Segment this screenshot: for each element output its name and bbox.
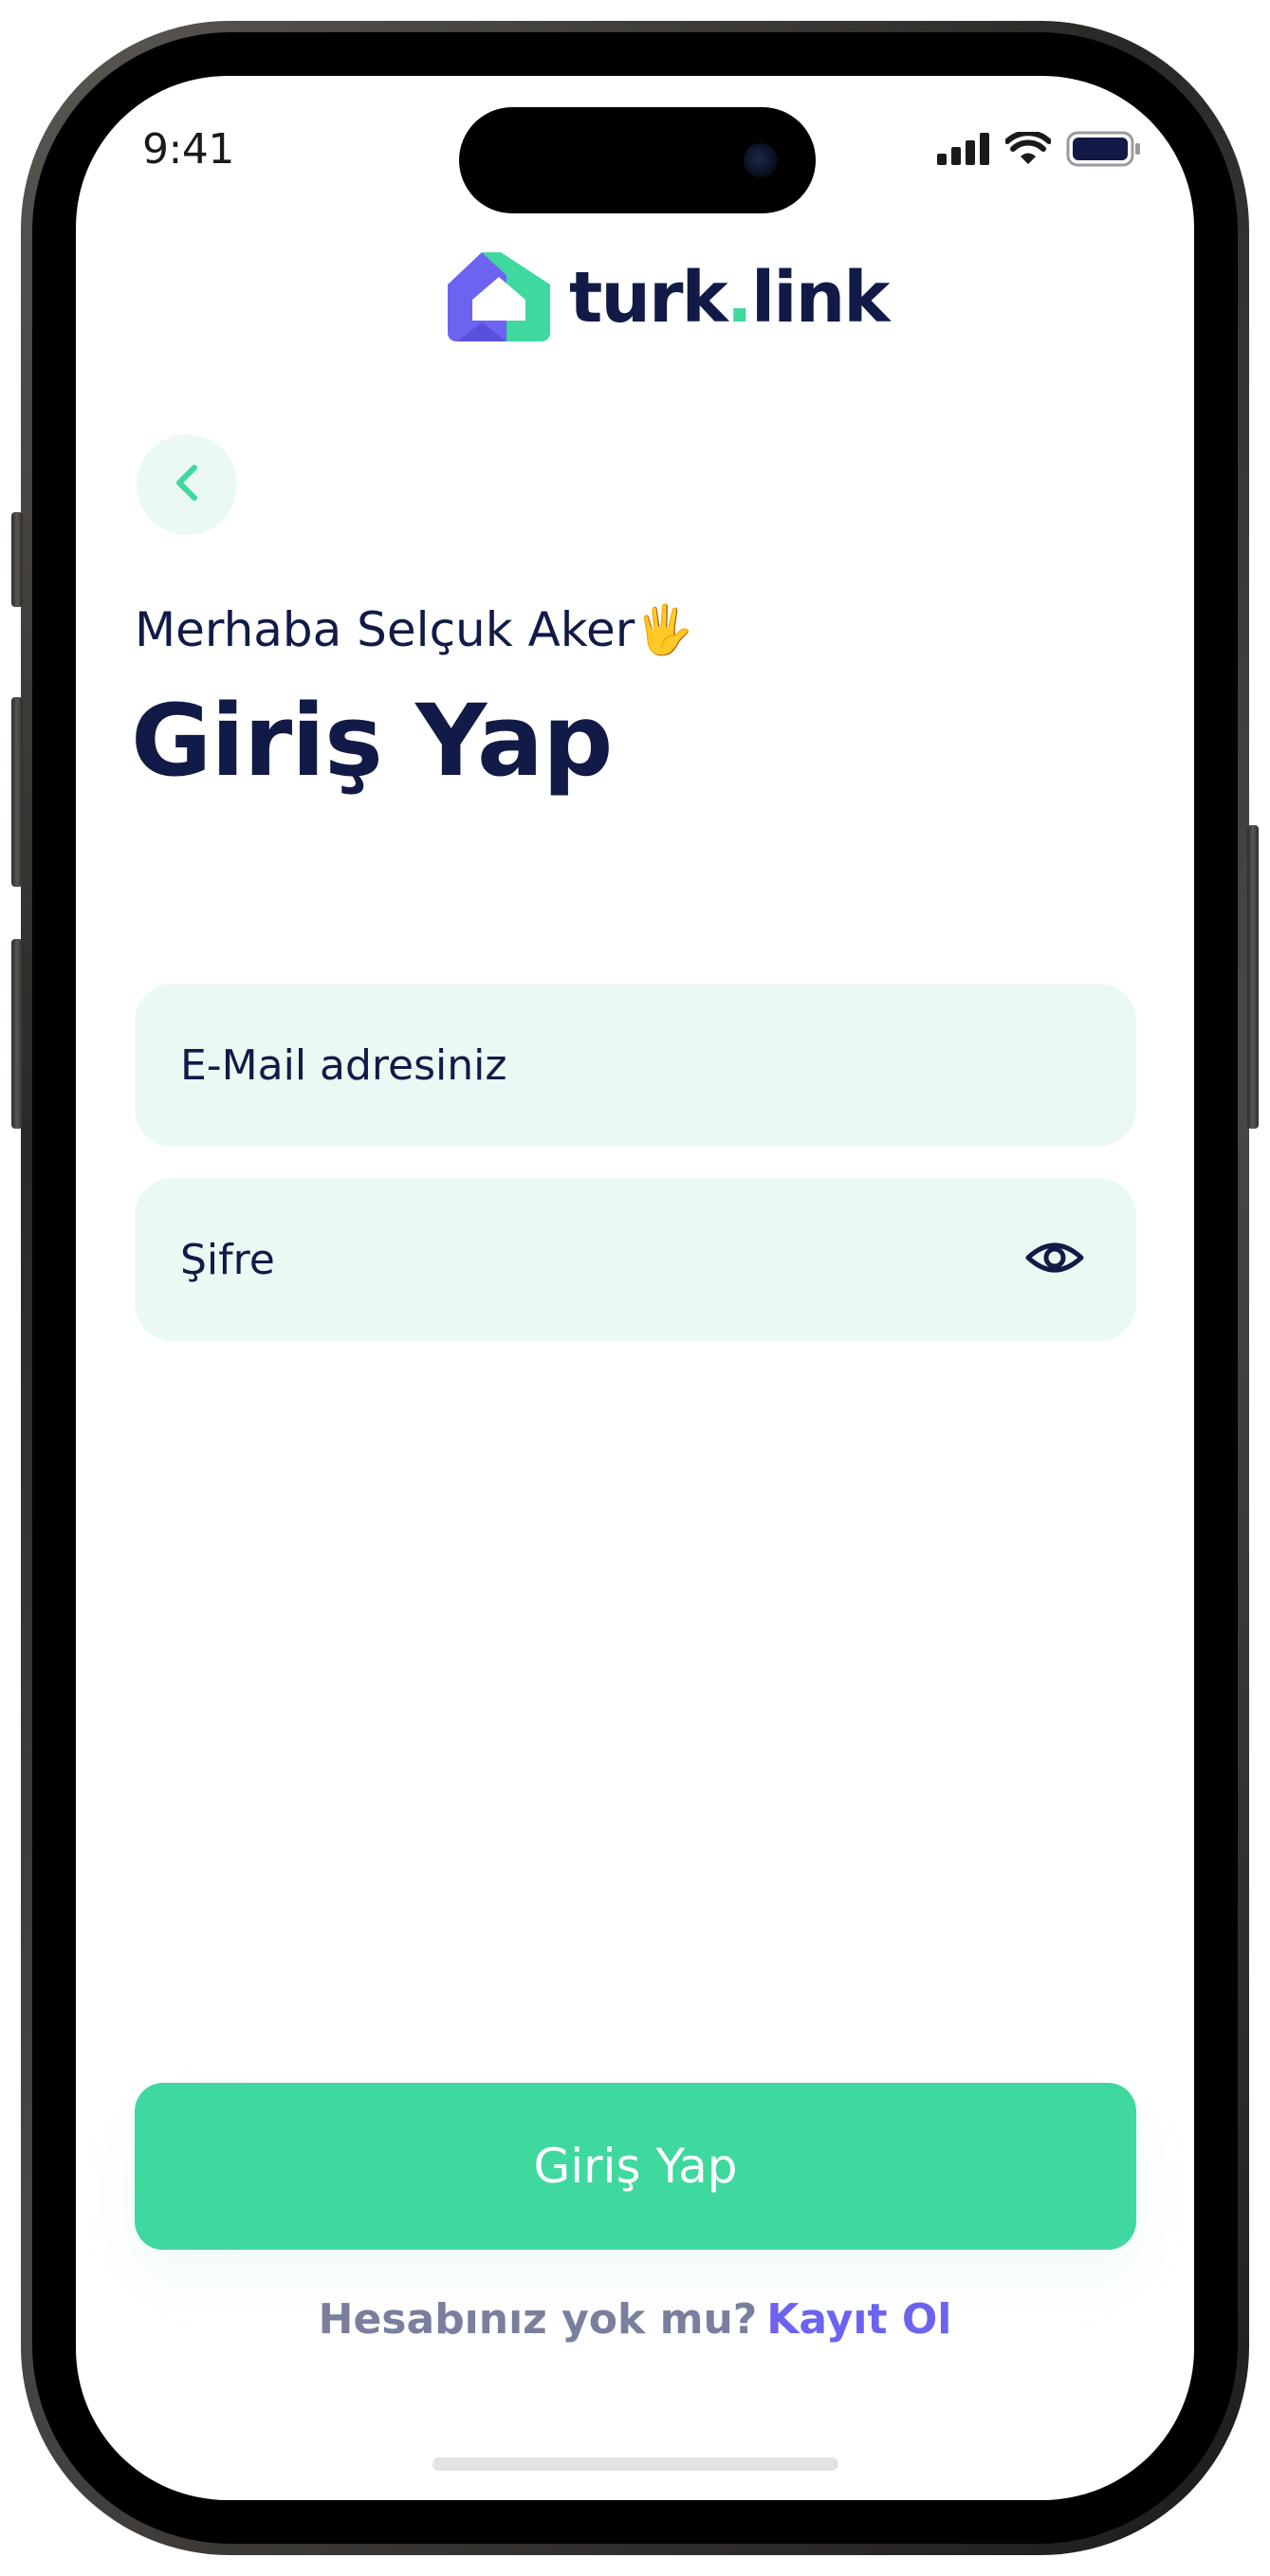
- brand-logo: turk.link: [444, 247, 891, 349]
- brand-wordmark: turk.link: [569, 257, 891, 339]
- brand-name-tail: link: [750, 257, 891, 339]
- status-icons: [937, 130, 1142, 171]
- battery-icon: [1066, 131, 1142, 171]
- back-button[interactable]: [137, 434, 237, 535]
- eye-icon: [1024, 1237, 1085, 1282]
- signup-prompt: Hesabınız yok mu? Kayıt Ol: [76, 2295, 1194, 2344]
- app-screen: 9:41 turk.link Merhaba Selçuk Aker🖐 Giri…: [76, 76, 1194, 2500]
- brand-name-dot: .: [726, 257, 753, 339]
- action-button: [11, 512, 23, 607]
- email-field[interactable]: [135, 984, 1136, 1147]
- brand-name-main: turk: [569, 257, 728, 339]
- cellular-signal-icon: [937, 133, 990, 169]
- chevron-left-icon: [168, 462, 206, 507]
- volume-up-button: [11, 697, 23, 887]
- dynamic-island: [459, 107, 816, 213]
- greeting-text: Merhaba Selçuk Aker🖐: [135, 602, 694, 657]
- home-indicator[interactable]: [433, 2457, 838, 2471]
- show-password-button[interactable]: [1021, 1225, 1089, 1294]
- page-title: Giriş Yap: [131, 683, 613, 799]
- status-time: 9:41: [142, 125, 234, 174]
- password-field[interactable]: [135, 1178, 1136, 1341]
- signup-link[interactable]: Kayıt Ol: [766, 2295, 951, 2344]
- power-button: [1247, 825, 1259, 1129]
- email-input[interactable]: [178, 1040, 994, 1091]
- login-button[interactable]: Giriş Yap: [135, 2083, 1136, 2250]
- house-logo-icon: [444, 247, 556, 349]
- front-camera: [744, 143, 778, 177]
- signup-question: Hesabınız yok mu?: [318, 2295, 758, 2344]
- password-input[interactable]: [178, 1234, 994, 1285]
- volume-down-button: [11, 939, 23, 1129]
- wifi-icon: [1004, 130, 1052, 170]
